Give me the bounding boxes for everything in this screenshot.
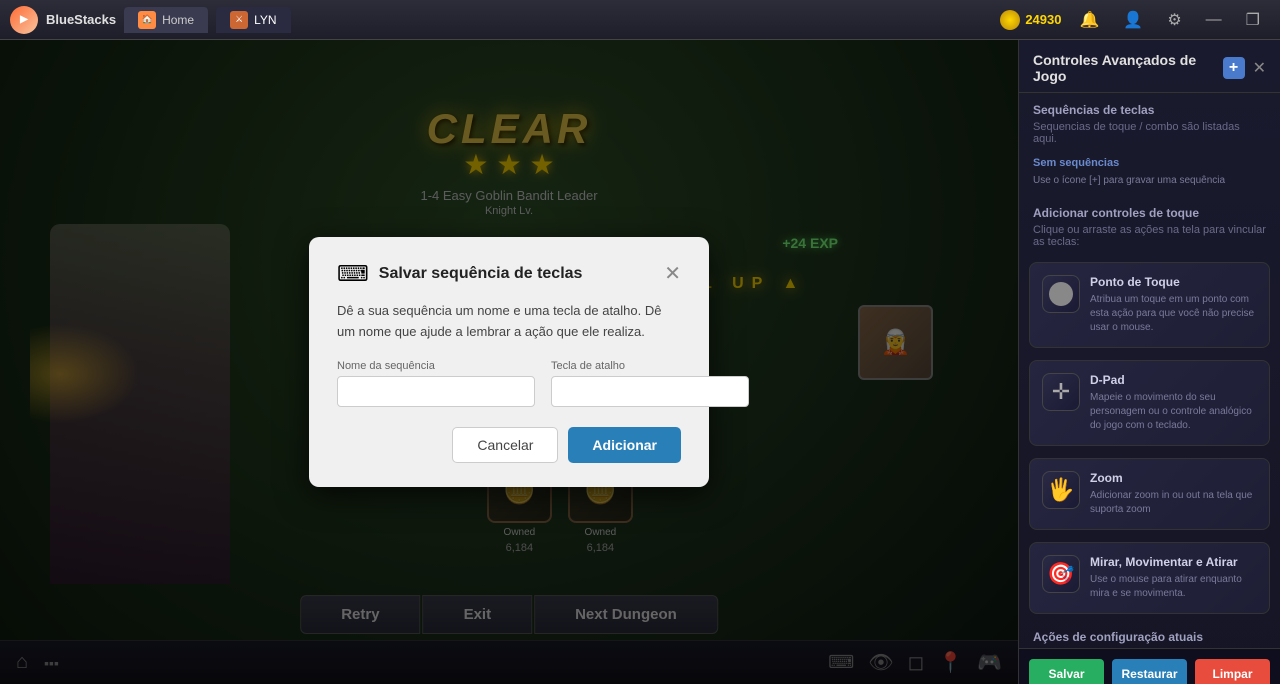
- gold-icon: [1000, 10, 1020, 30]
- title-bar-right: 24930 🔔 👤 ⚙ — ❐: [986, 8, 1280, 32]
- add-button[interactable]: Adicionar: [568, 427, 681, 463]
- clear-button[interactable]: Limpar: [1195, 659, 1270, 684]
- title-bar-left: ▶ BlueStacks 🏠 Home ⚔ LYN: [0, 6, 301, 34]
- tab-home-label: Home: [162, 13, 194, 27]
- title-bar: ▶ BlueStacks 🏠 Home ⚔ LYN 24930 🔔 👤 ⚙ — …: [0, 0, 1280, 40]
- bottom-actions: Salvar Restaurar Limpar: [1019, 648, 1280, 684]
- control-card-touch[interactable]: Ponto de Toque Atribua um toque em um po…: [1029, 262, 1270, 348]
- zoom-info: Zoom Adicionar zoom in ou out na tela qu…: [1090, 471, 1257, 517]
- touch-point-info: Ponto de Toque Atribua um toque em um po…: [1090, 275, 1257, 335]
- dpad-icon: ✛: [1042, 373, 1080, 411]
- zoom-icon: 🖐: [1042, 471, 1080, 509]
- settings-section-title: Ações de configuração atuais: [1019, 620, 1280, 648]
- touch-point-icon: [1042, 275, 1080, 313]
- aim-desc: Use o mouse para atirar enquanto mira e …: [1090, 573, 1257, 601]
- save-button[interactable]: Salvar: [1029, 659, 1104, 684]
- user-button[interactable]: 👤: [1117, 8, 1149, 32]
- app-container: ▶ BlueStacks 🏠 Home ⚔ LYN 24930 🔔 👤 ⚙ — …: [0, 0, 1280, 684]
- shortcut-field: Tecla de atalho: [551, 360, 749, 407]
- bell-button[interactable]: 🔔: [1073, 8, 1105, 32]
- maximize-button[interactable]: ❐: [1240, 8, 1266, 32]
- dpad-desc: Mapeie o movimento do seu personagem ou …: [1090, 391, 1257, 433]
- control-card-dpad[interactable]: ✛ D-Pad Mapeie o movimento do seu person…: [1029, 360, 1270, 446]
- shortcut-field-label: Tecla de atalho: [551, 360, 749, 372]
- panel-close-button[interactable]: ✕: [1253, 58, 1266, 78]
- save-sequence-modal: ⌨ Salvar sequência de teclas ✕ Dê a sua …: [309, 237, 709, 488]
- right-panel: Controles Avançados de Jogo + ✕ Sequênci…: [1018, 40, 1280, 684]
- dpad-info: D-Pad Mapeie o movimento do seu personag…: [1090, 373, 1257, 433]
- modal-header: ⌨ Salvar sequência de teclas ✕: [337, 261, 681, 287]
- modal-fields: Nome da sequência Tecla de atalho: [337, 360, 681, 407]
- game-area: CLEAR ★ ★ ★ 1-4 Easy Goblin Bandit Leade…: [0, 40, 1018, 684]
- aim-name: Mirar, Movimentar e Atirar: [1090, 555, 1257, 569]
- tab-lyn[interactable]: ⚔ LYN: [216, 7, 290, 33]
- aim-info: Mirar, Movimentar e Atirar Use o mouse p…: [1090, 555, 1257, 601]
- sequences-section-title: Sequências de teclas: [1019, 93, 1280, 121]
- name-field-label: Nome da sequência: [337, 360, 535, 372]
- dpad-name: D-Pad: [1090, 373, 1257, 387]
- panel-header: Controles Avançados de Jogo + ✕: [1019, 40, 1280, 93]
- cancel-button[interactable]: Cancelar: [452, 427, 558, 463]
- panel-title: Controles Avançados de Jogo: [1033, 52, 1223, 84]
- modal-title: Salvar sequência de teclas: [379, 265, 583, 283]
- name-field: Nome da sequência: [337, 360, 535, 407]
- touch-point-name: Ponto de Toque: [1090, 275, 1257, 289]
- home-tab-icon: 🏠: [138, 11, 156, 29]
- no-sequence-label: Sem sequências: [1019, 153, 1280, 173]
- settings-button[interactable]: ⚙: [1161, 8, 1187, 32]
- shortcut-field-input[interactable]: [551, 376, 749, 407]
- modal-close-button[interactable]: ✕: [664, 261, 681, 286]
- sequence-hint: Use o ícone [+] para gravar uma sequênci…: [1019, 173, 1280, 196]
- lyn-tab-icon: ⚔: [230, 11, 248, 29]
- control-card-aim[interactable]: 🎯 Mirar, Movimentar e Atirar Use o mouse…: [1029, 542, 1270, 614]
- touch-point-desc: Atribua um toque em um ponto com esta aç…: [1090, 293, 1257, 335]
- modal-title-row: ⌨ Salvar sequência de teclas: [337, 261, 582, 287]
- aim-icon: 🎯: [1042, 555, 1080, 593]
- tab-home[interactable]: 🏠 Home: [124, 7, 208, 33]
- tab-lyn-label: LYN: [254, 13, 276, 27]
- modal-overlay: ⌨ Salvar sequência de teclas ✕ Dê a sua …: [0, 40, 1018, 684]
- restore-button[interactable]: Restaurar: [1112, 659, 1187, 684]
- zoom-desc: Adicionar zoom in ou out na tela que sup…: [1090, 489, 1257, 517]
- sequences-section-sub: Sequencias de toque / combo são listadas…: [1019, 121, 1280, 153]
- modal-buttons: Cancelar Adicionar: [337, 427, 681, 463]
- modal-description: Dê a sua sequência um nome e uma tecla d…: [337, 301, 681, 343]
- zoom-name: Zoom: [1090, 471, 1257, 485]
- gold-badge: 24930: [1000, 10, 1061, 30]
- touch-controls-sub: Clique ou arraste as ações na tela para …: [1019, 224, 1280, 256]
- panel-add-button[interactable]: +: [1223, 57, 1245, 79]
- name-field-input[interactable]: [337, 376, 535, 407]
- gold-amount: 24930: [1025, 12, 1061, 27]
- modal-keyboard-icon: ⌨: [337, 261, 369, 287]
- control-card-zoom[interactable]: 🖐 Zoom Adicionar zoom in ou out na tela …: [1029, 458, 1270, 530]
- panel-header-actions: + ✕: [1223, 57, 1266, 79]
- main-content: CLEAR ★ ★ ★ 1-4 Easy Goblin Bandit Leade…: [0, 40, 1280, 684]
- app-title: BlueStacks: [46, 12, 116, 27]
- touch-controls-title: Adicionar controles de toque: [1019, 196, 1280, 224]
- minimize-button[interactable]: —: [1200, 9, 1228, 31]
- bluestacks-logo: ▶: [10, 6, 38, 34]
